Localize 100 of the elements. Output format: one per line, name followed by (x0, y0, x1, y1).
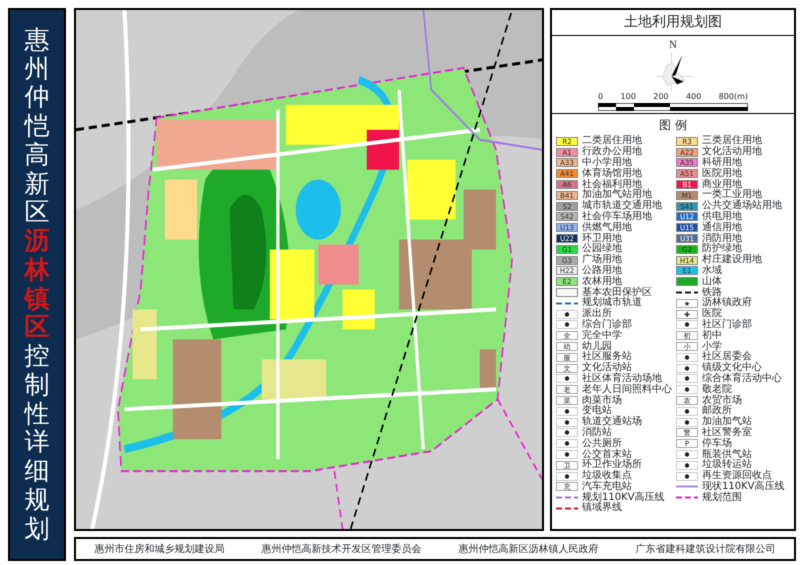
legend-label: 镇域界线 (582, 503, 622, 514)
legend-label: 加油加气站 (702, 417, 752, 428)
legend-label: 供电用地 (702, 212, 742, 222)
legend-label: 山体 (702, 276, 722, 287)
legend-label: 二类居住用地 (582, 136, 642, 146)
legend-label: 沥林镇政府 (702, 298, 752, 308)
legend-label: 规划范围 (702, 492, 742, 503)
legend-symbol-icon (556, 418, 578, 427)
scale-label: 0 (598, 91, 604, 103)
scale-bar-icon (598, 103, 748, 111)
legend-label: 医院 (702, 309, 722, 320)
legend-symbol-icon (676, 406, 698, 416)
legend-label: 镇级文化中心 (702, 363, 762, 374)
legend-label: 农林用地 (582, 276, 622, 287)
legend-label: 行政办公用地 (582, 147, 642, 158)
legend-label: 消防站 (582, 428, 612, 438)
legend-label: 供燃气用地 (582, 222, 632, 233)
title-text: 沥林镇区 (24, 227, 50, 342)
legend-title: 图 例 (552, 113, 794, 136)
title-text: 控制性详细规划 (24, 342, 50, 544)
legend-label: 派出所 (582, 309, 612, 320)
legend-symbol-icon (556, 472, 578, 481)
legend-symbol-icon (556, 406, 578, 416)
legend-label: 铁路 (702, 288, 722, 298)
footer-text: 惠州仲恺高新技术开发区管理委员会 (262, 542, 422, 556)
legend-label: 文化活动用地 (702, 147, 762, 158)
legend-label: 加油加气站用地 (582, 190, 652, 200)
legend-label: 广场用地 (582, 255, 622, 266)
legend-label: 村庄建设用地 (702, 255, 762, 266)
legend-label: 瓶装供气站 (702, 450, 752, 460)
footer-text: 广东省建科建筑设计院有限公司 (636, 542, 776, 556)
legend-label: 社会福利用地 (582, 180, 642, 190)
legend-symbol-icon (556, 439, 578, 448)
legend-label: 城市轨道交通用地 (582, 201, 662, 212)
legend-label: 轨道交通站场 (582, 417, 642, 428)
legend-label: 社区体育活动场地 (582, 374, 662, 384)
legend-label: 环卫作业场所 (582, 460, 642, 470)
legend-symbol-icon (676, 352, 698, 362)
footer-text: 惠州市住房和城乡规划建设局 (94, 542, 224, 556)
legend-label: 邮政所 (702, 406, 732, 416)
legend-label: 完全中学 (582, 330, 622, 341)
legend-label: 规划110KV高压线 (582, 492, 664, 503)
scale-label: 100 (620, 91, 636, 103)
legend-label: 初中 (702, 330, 722, 341)
legend-label: 一类工业用地 (702, 190, 762, 200)
legend-symbol-icon (556, 320, 578, 330)
legend-label: 环卫用地 (582, 234, 622, 244)
legend-label: 社区服务站 (582, 352, 632, 362)
title-text: 惠州仲恺高新区 (24, 26, 50, 227)
legend-symbol-icon (676, 460, 698, 470)
legend-symbol-icon (556, 428, 578, 438)
legend-label: 农贸市场 (702, 396, 742, 406)
legend-label: 停车场 (702, 438, 732, 449)
legend-label: 公共交通场站用地 (702, 201, 782, 212)
legend-symbol-icon (676, 320, 698, 330)
legend-label: 公共厕所 (582, 438, 622, 449)
legend-symbol-icon (556, 310, 578, 319)
legend-label: 现状110KV高压线 (702, 482, 784, 492)
legend-label: 综合门诊部 (582, 320, 632, 330)
legend-label: 水域 (702, 266, 722, 276)
legend-label: 幼儿园 (582, 342, 612, 352)
legend-label: 公路用地 (582, 266, 622, 276)
legend-symbol-icon (676, 364, 698, 373)
legend-label: 基本农田保护区 (582, 288, 652, 298)
legend-label: 变电站 (582, 406, 612, 416)
legend-label: 社会停车场用地 (582, 212, 652, 222)
scale-label: 400 (686, 91, 702, 103)
legend-label: 公园绿地 (582, 244, 622, 254)
scale-label: 800(m) (718, 91, 748, 103)
legend-label: 社区居委会 (702, 352, 752, 362)
legend-label: 防护绿地 (702, 244, 742, 254)
legend-symbol-icon (676, 450, 698, 459)
legend-label: 文化活动站 (582, 363, 632, 374)
legend-symbol-icon (676, 374, 698, 384)
legend-label: 肉菜市场 (582, 396, 622, 406)
legend-symbol-icon (556, 450, 578, 459)
legend-label: 商业用地 (702, 180, 742, 190)
legend-label: 社区警务室 (702, 428, 752, 438)
legend-label: 科研用地 (702, 158, 742, 168)
legend-label: 体育场馆用地 (582, 168, 642, 179)
legend-label: 垃圾转运站 (702, 460, 752, 470)
legend-label: 敬老院 (702, 384, 732, 395)
legend-label: 公交首末站 (582, 450, 632, 460)
legend-symbol-icon (676, 418, 698, 427)
legend-label: 老年人日间照料中心 (582, 384, 672, 395)
map-title: 土地利用规划图 (552, 10, 794, 36)
scale-label: 200 (653, 91, 669, 103)
legend-label: 通信用地 (702, 222, 742, 233)
legend-label: 规划城市轨道 (582, 298, 642, 308)
legend-label: 社区门诊部 (702, 320, 752, 330)
legend-label: 消防用地 (702, 234, 742, 244)
legend-label: 汽车充电站 (582, 482, 632, 492)
footer-text: 惠州仲恺高新区沥林镇人民政府 (458, 542, 598, 556)
legend-label: 小学 (702, 342, 722, 352)
legend-label: 三类居住用地 (702, 136, 762, 146)
legend-symbol-icon (676, 472, 698, 481)
legend-symbol-icon (556, 374, 578, 384)
legend-label: 综合体育活动中心 (702, 374, 782, 384)
legend-label: 再生资源回收点 (702, 471, 772, 482)
legend-label: 医院用地 (702, 168, 742, 179)
